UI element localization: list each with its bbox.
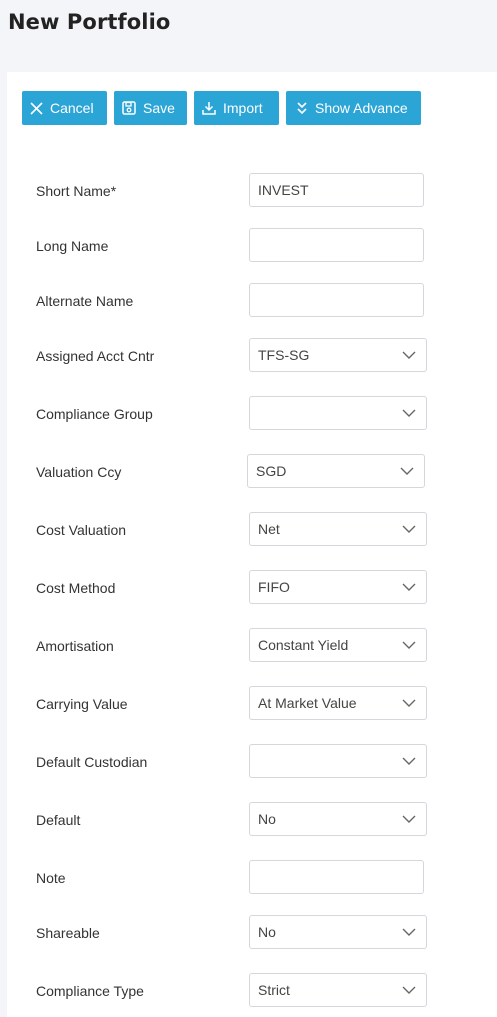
amortisation-label: Amortisation — [36, 638, 114, 654]
carrying-value-value: At Market Value — [258, 695, 357, 711]
show-advance-button[interactable]: Show Advance — [286, 91, 421, 125]
form-row-note: Note — [7, 860, 497, 896]
cancel-button-label: Cancel — [50, 100, 94, 116]
form-row-cost-method: Cost Method FIFO — [7, 570, 497, 606]
form-row-short-name: Short Name* INVEST — [7, 173, 497, 209]
form-row-default-custodian: Default Custodian — [7, 744, 497, 780]
form-row-amortisation: Amortisation Constant Yield — [7, 628, 497, 664]
save-icon — [122, 101, 136, 115]
form-row-alternate-name: Alternate Name — [7, 283, 497, 319]
compliance-group-select[interactable] — [249, 396, 427, 430]
valuation-ccy-label: Valuation Ccy — [36, 464, 122, 480]
chevron-down-icon — [402, 986, 416, 994]
save-button[interactable]: Save — [114, 91, 187, 125]
cost-method-select[interactable]: FIFO — [249, 570, 427, 604]
chevron-down-icon — [402, 525, 416, 533]
assigned-acct-cntr-label: Assigned Acct Cntr — [36, 348, 155, 364]
valuation-ccy-select[interactable]: SGD — [247, 454, 425, 488]
default-label: Default — [36, 812, 81, 828]
show-advance-button-label: Show Advance — [315, 100, 408, 116]
carrying-value-label: Carrying Value — [36, 696, 128, 712]
alternate-name-input[interactable] — [249, 283, 424, 317]
compliance-type-label: Compliance Type — [36, 983, 144, 999]
form-row-cost-valuation: Cost Valuation Net — [7, 512, 497, 548]
long-name-input[interactable] — [249, 228, 424, 262]
shareable-select[interactable]: No — [249, 915, 427, 949]
short-name-label: Short Name* — [36, 183, 117, 199]
chevron-down-icon — [402, 583, 416, 591]
valuation-ccy-value: SGD — [256, 463, 287, 479]
compliance-type-value: Strict — [258, 982, 290, 998]
save-button-label: Save — [143, 100, 175, 116]
amortisation-select[interactable]: Constant Yield — [249, 628, 427, 662]
shareable-label: Shareable — [36, 925, 100, 941]
double-chevron-down-icon — [296, 101, 308, 115]
chevron-down-icon — [402, 351, 416, 359]
default-select[interactable]: No — [249, 802, 427, 836]
compliance-group-label: Compliance Group — [36, 406, 153, 422]
import-button[interactable]: Import — [194, 91, 279, 125]
form-row-valuation-ccy: Valuation Ccy SGD — [7, 454, 497, 490]
alternate-name-label: Alternate Name — [36, 293, 134, 309]
default-value: No — [258, 811, 276, 827]
form-row-long-name: Long Name — [7, 228, 497, 264]
note-label: Note — [36, 870, 66, 886]
chevron-down-icon — [402, 699, 416, 707]
amortisation-value: Constant Yield — [258, 637, 349, 653]
cost-valuation-label: Cost Valuation — [36, 522, 127, 538]
chevron-down-icon — [402, 815, 416, 823]
short-name-value: INVEST — [258, 182, 309, 198]
form-row-carrying-value: Carrying Value At Market Value — [7, 686, 497, 722]
assigned-acct-cntr-value: TFS-SG — [258, 347, 310, 363]
cost-valuation-value: Net — [258, 521, 280, 537]
cost-valuation-select[interactable]: Net — [249, 512, 427, 546]
chevron-down-icon — [402, 928, 416, 936]
form-row-compliance-type: Compliance Type Strict — [7, 973, 497, 1009]
chevron-down-icon — [400, 467, 414, 475]
cancel-button[interactable]: Cancel — [22, 91, 107, 125]
default-custodian-select[interactable] — [249, 744, 427, 778]
form-row-default: Default No — [7, 802, 497, 838]
carrying-value-select[interactable]: At Market Value — [249, 686, 427, 720]
import-button-label: Import — [223, 100, 263, 116]
note-input[interactable] — [249, 860, 424, 894]
form-row-shareable: Shareable No — [7, 915, 497, 951]
long-name-label: Long Name — [36, 238, 109, 254]
compliance-type-select[interactable]: Strict — [249, 973, 427, 1007]
chevron-down-icon — [402, 641, 416, 649]
form-row-compliance-group: Compliance Group — [7, 396, 497, 432]
shareable-value: No — [258, 924, 276, 940]
cost-method-value: FIFO — [258, 579, 290, 595]
cost-method-label: Cost Method — [36, 580, 116, 596]
close-icon — [30, 101, 43, 115]
default-custodian-label: Default Custodian — [36, 754, 148, 770]
page-title: New Portfolio — [8, 10, 171, 34]
form-row-assigned-acct-cntr: Assigned Acct Cntr TFS-SG — [7, 338, 497, 374]
form-panel: Cancel Save Import Show Advance Short Na… — [7, 72, 497, 1017]
chevron-down-icon — [402, 409, 416, 417]
download-icon — [202, 101, 216, 115]
short-name-input[interactable]: INVEST — [249, 173, 424, 207]
chevron-down-icon — [402, 757, 416, 765]
assigned-acct-cntr-select[interactable]: TFS-SG — [249, 338, 427, 372]
